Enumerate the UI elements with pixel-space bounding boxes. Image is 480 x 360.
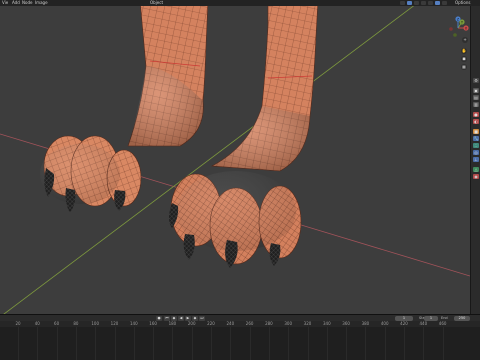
frame-gridline [133, 327, 135, 360]
viewport-canvas[interactable] [0, 6, 470, 317]
tool-icon[interactable]: ⚙ [473, 78, 479, 83]
frame-gridline [211, 327, 212, 360]
view-layer-icon[interactable]: ▥ [473, 102, 479, 107]
axis-y-label: Y [461, 20, 463, 24]
scene-icon[interactable]: ● [473, 112, 479, 117]
frame-gridline [230, 327, 232, 360]
camera-view-icon[interactable]: ◼ [461, 56, 467, 62]
modifier-icon[interactable]: 🔧 [473, 136, 479, 141]
timeline-area[interactable] [0, 327, 480, 360]
claw [114, 190, 126, 211]
data-icon[interactable]: △ [473, 167, 479, 172]
blender-window: Vie Add Node Image Object Options X Y Z … [0, 0, 480, 360]
frame-gridline [249, 327, 251, 360]
object-mode-icon[interactable] [407, 1, 412, 5]
frame-gridline [95, 327, 97, 360]
overlay-icon[interactable] [414, 1, 419, 5]
frame-gridline [442, 327, 444, 360]
3d-viewport[interactable]: X Y Z + ✋ ◼ ▦ [0, 6, 470, 317]
shading-material-icon[interactable] [435, 1, 440, 5]
zoom-icon[interactable]: + [462, 37, 468, 43]
object-icon[interactable]: ■ [473, 129, 479, 134]
xray-icon[interactable] [421, 1, 426, 5]
frame-gridline [307, 327, 309, 360]
frame-gridline [404, 327, 405, 360]
render-icon[interactable]: ▣ [473, 88, 479, 93]
frame-gridline [346, 327, 348, 360]
properties-tabs: ⚙ ▣ ▤ ▥ ● ◐ ■ 🔧 ∴ ◎ ⊥ △ ◉ [470, 6, 480, 317]
frame-gridline [114, 327, 116, 360]
constraints-icon[interactable]: ⊥ [473, 157, 479, 162]
physics-icon[interactable]: ◎ [473, 150, 479, 155]
claw [65, 188, 76, 213]
frame-gridline [191, 327, 193, 360]
claw [183, 234, 195, 260]
output-icon[interactable]: ▤ [473, 95, 479, 100]
frame-gridline [172, 327, 174, 360]
navigation-gizmo[interactable]: X Y Z + [446, 14, 470, 46]
frame-gridline [18, 327, 19, 360]
frame-gridline [384, 327, 386, 360]
frame-gridline [268, 327, 270, 360]
frame-gridline [288, 327, 290, 360]
shading-solid-icon[interactable] [428, 1, 433, 5]
select-box-icon[interactable] [400, 1, 405, 5]
frame-gridline [56, 327, 58, 360]
claw [269, 243, 281, 266]
material-icon[interactable]: ◉ [473, 174, 479, 179]
perspective-toggle-icon[interactable]: ▦ [461, 64, 467, 70]
frame-gridline [365, 327, 367, 360]
frame-gridline [37, 327, 39, 360]
pan-hand-icon[interactable]: ✋ [461, 48, 467, 54]
frame-gridline [326, 327, 328, 360]
world-icon[interactable]: ◐ [473, 119, 479, 124]
frame-gridline [423, 327, 425, 360]
frame-gridline [153, 327, 155, 360]
particles-icon[interactable]: ∴ [473, 143, 479, 148]
frame-gridline [75, 327, 77, 360]
shading-rendered-icon[interactable] [442, 1, 447, 5]
